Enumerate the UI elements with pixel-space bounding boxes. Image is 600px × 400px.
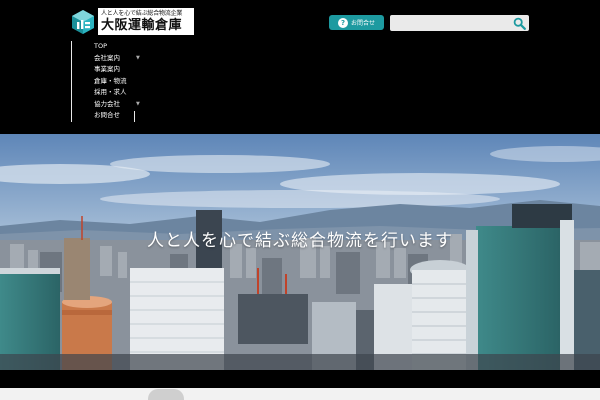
nav-item-label: 倉庫・物流: [94, 76, 127, 85]
site-logo[interactable]: 人と人を心で結ぶ総合物流企業 大阪運輸倉庫: [70, 8, 194, 35]
search-box: [390, 15, 529, 31]
chevron-down-icon: ▼: [136, 54, 140, 61]
nav-item-partners[interactable]: 協力会社 ▼: [94, 99, 140, 111]
nav-item-company[interactable]: 会社案内 ▼: [94, 53, 140, 65]
contact-button-label: お問合せ: [350, 20, 375, 27]
section-photo: [148, 389, 184, 400]
nav-item-business[interactable]: 事業案内: [94, 64, 140, 76]
nav-item-label: 採用・求人: [94, 88, 127, 97]
chevron-down-icon: ▼: [136, 100, 140, 107]
nav-item-label: 会社案内: [94, 53, 120, 62]
contact-button[interactable]: ? お問合せ: [329, 15, 384, 30]
nav-item-label: お問合せ: [94, 111, 120, 120]
main-nav: TOP 会社案内 ▼ 事業案内 倉庫・物流 採用・求人 協力会社 ▼ お問合せ: [94, 41, 140, 122]
section-divider: [0, 370, 600, 388]
hero-banner: 人と人を心で結ぶ総合物流を行います: [0, 134, 600, 370]
hero-cityscape-image: [0, 134, 600, 370]
nav-item-recruit[interactable]: 採用・求人: [94, 87, 140, 99]
nav-item-warehouse[interactable]: 倉庫・物流: [94, 76, 140, 88]
logo-name: 大阪運輸倉庫: [101, 18, 183, 33]
nav-item-top[interactable]: TOP: [94, 41, 140, 53]
logo-text: 人と人を心で結ぶ総合物流企業 大阪運輸倉庫: [98, 8, 194, 35]
search-input[interactable]: [390, 15, 510, 31]
logo-tagline: 人と人を心で結ぶ総合物流企業: [101, 10, 183, 17]
nav-item-label: TOP: [94, 42, 108, 51]
search-icon[interactable]: [513, 17, 526, 30]
site-header: 人と人を心で結ぶ総合物流企業 大阪運輸倉庫 ? お問合せ TOP 会社案内 ▼ …: [0, 0, 600, 134]
nav-item-contact[interactable]: お問合せ: [94, 110, 140, 122]
nav-item-label: 協力会社: [94, 99, 120, 108]
nav-item-label: 事業案内: [94, 65, 120, 74]
hero-title: 人と人を心で結ぶ総合物流を行います: [147, 231, 453, 251]
logo-cube-icon: [72, 9, 94, 34]
question-icon: ?: [337, 17, 348, 28]
nav-divider: [71, 41, 72, 122]
next-section-preview: [0, 388, 600, 400]
